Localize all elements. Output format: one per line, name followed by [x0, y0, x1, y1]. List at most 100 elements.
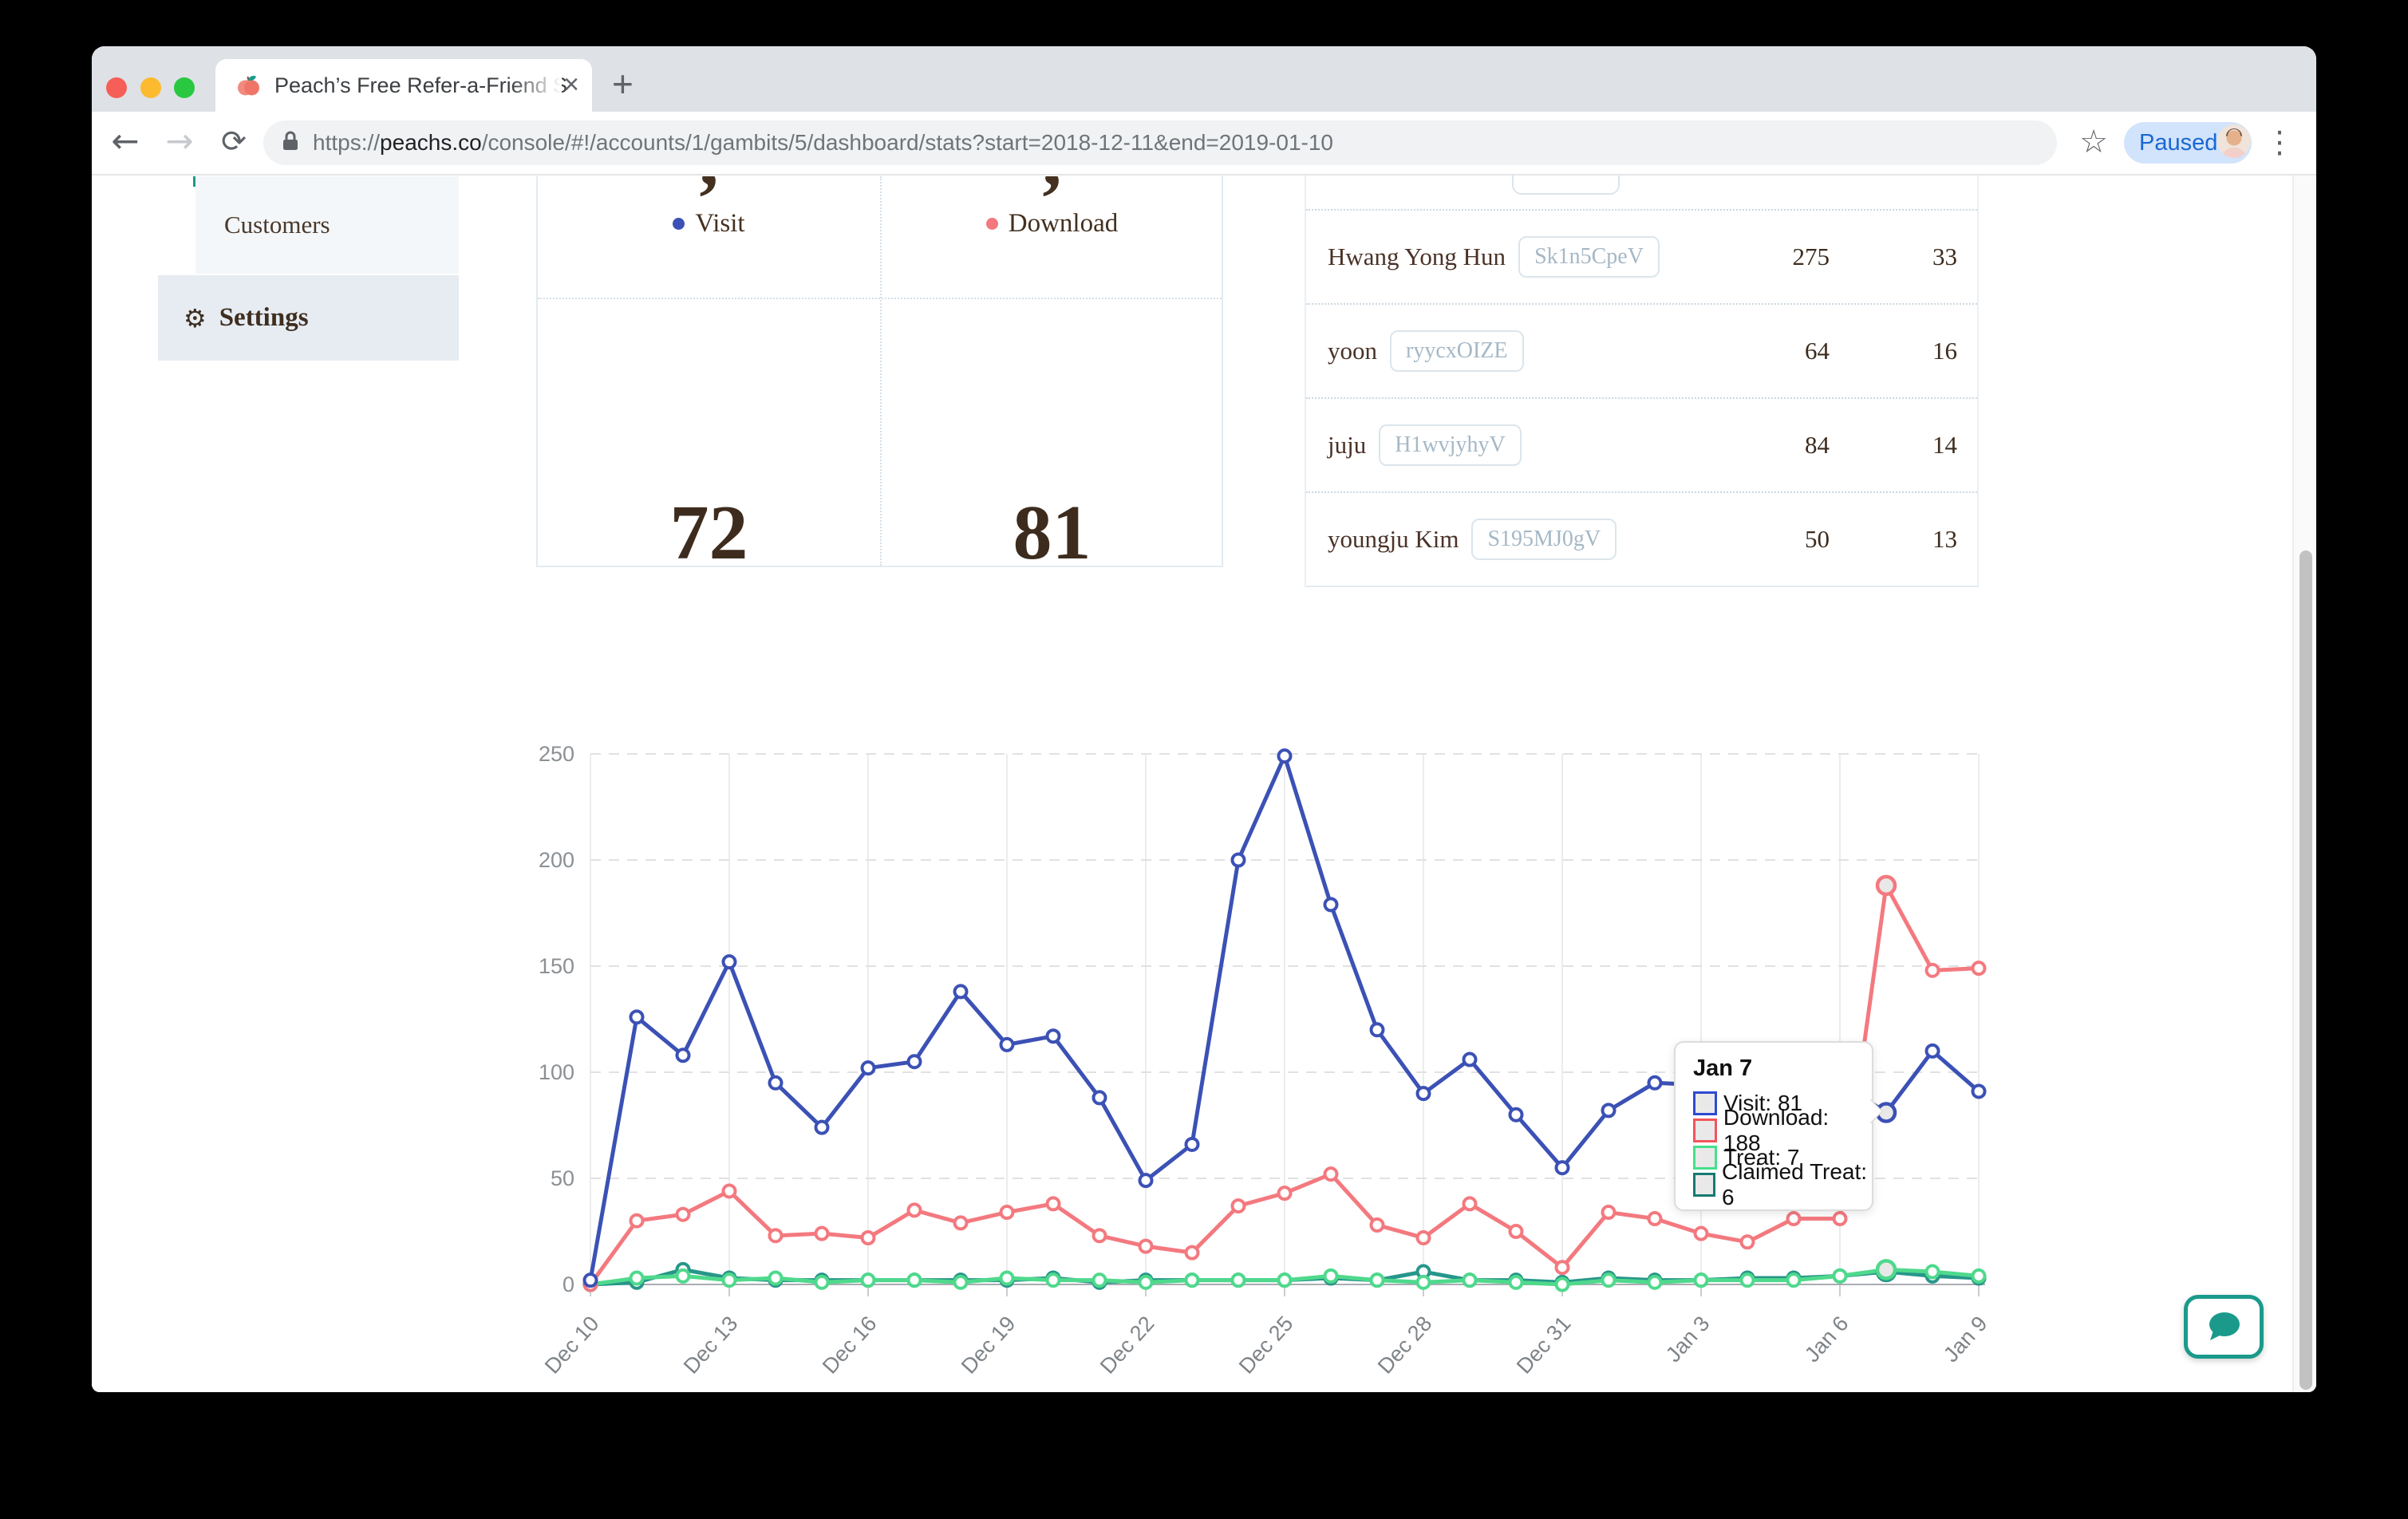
- data-point[interactable]: [1418, 1232, 1430, 1244]
- data-point[interactable]: [1742, 1236, 1754, 1248]
- data-point[interactable]: [1973, 1085, 1985, 1097]
- data-point[interactable]: [1464, 1274, 1476, 1286]
- data-point[interactable]: [816, 1276, 828, 1288]
- data-point[interactable]: [1140, 1241, 1152, 1253]
- data-point[interactable]: [863, 1062, 874, 1074]
- data-point[interactable]: [955, 1276, 967, 1288]
- data-point[interactable]: [1649, 1213, 1661, 1225]
- browser-menu-icon[interactable]: ⋮: [2264, 112, 2295, 174]
- data-point[interactable]: [1048, 1197, 1060, 1209]
- data-point[interactable]: [1233, 1274, 1245, 1286]
- data-point[interactable]: [1233, 1200, 1245, 1212]
- data-point[interactable]: [1464, 1054, 1476, 1066]
- hovered-data-point[interactable]: [1877, 1261, 1895, 1278]
- data-point[interactable]: [955, 985, 967, 997]
- data-point[interactable]: [770, 1077, 782, 1089]
- data-point[interactable]: [1603, 1274, 1615, 1286]
- data-point[interactable]: [1557, 1162, 1569, 1174]
- data-point[interactable]: [816, 1122, 828, 1134]
- data-point[interactable]: [1140, 1276, 1152, 1288]
- data-point[interactable]: [770, 1272, 782, 1284]
- data-point[interactable]: [1001, 1039, 1013, 1051]
- data-point[interactable]: [1372, 1024, 1384, 1036]
- paused-profile-chip[interactable]: Paused: [2124, 122, 2252, 164]
- data-point[interactable]: [1001, 1272, 1013, 1284]
- data-point[interactable]: [1557, 1261, 1569, 1273]
- data-point[interactable]: [1973, 962, 1985, 974]
- data-point[interactable]: [1325, 898, 1337, 910]
- data-point[interactable]: [770, 1229, 782, 1241]
- data-point[interactable]: [1001, 1206, 1013, 1218]
- data-point[interactable]: [677, 1049, 689, 1061]
- data-point[interactable]: [1788, 1213, 1800, 1225]
- data-point[interactable]: [1927, 1266, 1939, 1278]
- tab-close-icon[interactable]: ×: [563, 59, 579, 112]
- data-point[interactable]: [816, 1228, 828, 1240]
- data-point[interactable]: [1325, 1270, 1337, 1282]
- url-bar[interactable]: https://peachs.co/console/#!/accounts/1/…: [263, 120, 2057, 165]
- back-icon[interactable]: ←: [103, 112, 148, 174]
- data-point[interactable]: [1973, 1270, 1985, 1282]
- window-minimize-button[interactable]: [140, 77, 161, 98]
- data-point[interactable]: [1557, 1279, 1569, 1291]
- data-point[interactable]: [1186, 1247, 1198, 1259]
- data-point[interactable]: [724, 1274, 736, 1286]
- browser-tab[interactable]: Peach’s Free Refer-a-Friend S ×: [215, 59, 592, 112]
- data-point[interactable]: [863, 1232, 874, 1244]
- window-zoom-button[interactable]: [174, 77, 195, 98]
- data-point[interactable]: [1279, 1274, 1291, 1286]
- data-point[interactable]: [1510, 1109, 1522, 1121]
- data-point[interactable]: [1603, 1104, 1615, 1116]
- data-point[interactable]: [1094, 1091, 1106, 1103]
- table-row[interactable]: jujuH1wvjyhyV8414: [1306, 397, 1977, 491]
- data-point[interactable]: [1834, 1270, 1846, 1282]
- reload-icon[interactable]: ⟳: [211, 112, 256, 174]
- data-point[interactable]: [631, 1215, 643, 1227]
- data-point[interactable]: [1603, 1206, 1615, 1218]
- sidebar-item-customers[interactable]: Customers: [195, 176, 459, 274]
- data-point[interactable]: [1649, 1276, 1661, 1288]
- data-point[interactable]: [1695, 1228, 1707, 1240]
- sidebar-item-settings[interactable]: ⚙ Settings: [158, 275, 459, 361]
- table-row[interactable]: Hwang Yong HunSk1n5CpeV27533: [1306, 209, 1977, 303]
- scrollbar-thumb[interactable]: [2299, 550, 2312, 1390]
- table-row[interactable]: youngju KimS195MJ0gV5013: [1306, 491, 1977, 586]
- data-point[interactable]: [955, 1217, 967, 1229]
- data-point[interactable]: [1927, 965, 1939, 977]
- data-point[interactable]: [1094, 1229, 1106, 1241]
- data-point[interactable]: [1464, 1197, 1476, 1209]
- data-point[interactable]: [909, 1204, 921, 1216]
- data-point[interactable]: [1834, 1213, 1846, 1225]
- data-point[interactable]: [1279, 750, 1291, 762]
- data-point[interactable]: [1186, 1274, 1198, 1286]
- data-point[interactable]: [1048, 1030, 1060, 1042]
- data-point[interactable]: [1418, 1276, 1430, 1288]
- data-point[interactable]: [1140, 1174, 1152, 1186]
- data-point[interactable]: [1695, 1274, 1707, 1286]
- window-close-button[interactable]: [106, 77, 127, 98]
- data-point[interactable]: [724, 956, 736, 968]
- data-point[interactable]: [1279, 1187, 1291, 1199]
- data-point[interactable]: [724, 1185, 736, 1197]
- data-point[interactable]: [909, 1055, 921, 1067]
- data-point[interactable]: [1325, 1168, 1337, 1180]
- data-point[interactable]: [677, 1209, 689, 1221]
- data-point[interactable]: [1927, 1045, 1939, 1057]
- data-point[interactable]: [585, 1274, 597, 1286]
- data-point[interactable]: [1510, 1225, 1522, 1237]
- data-point[interactable]: [1186, 1138, 1198, 1150]
- data-point[interactable]: [677, 1270, 689, 1282]
- data-point[interactable]: [1418, 1087, 1430, 1099]
- data-point[interactable]: [631, 1011, 643, 1023]
- data-point[interactable]: [863, 1274, 874, 1286]
- bookmark-star-icon[interactable]: ☆: [2075, 112, 2112, 174]
- data-point[interactable]: [1372, 1274, 1384, 1286]
- data-point[interactable]: [1372, 1219, 1384, 1231]
- data-point[interactable]: [909, 1274, 921, 1286]
- data-point[interactable]: [1649, 1077, 1661, 1089]
- data-point[interactable]: [1048, 1274, 1060, 1286]
- data-point[interactable]: [1094, 1274, 1106, 1286]
- data-point[interactable]: [1788, 1274, 1800, 1286]
- new-tab-button[interactable]: +: [612, 59, 634, 112]
- data-point[interactable]: [1233, 854, 1245, 866]
